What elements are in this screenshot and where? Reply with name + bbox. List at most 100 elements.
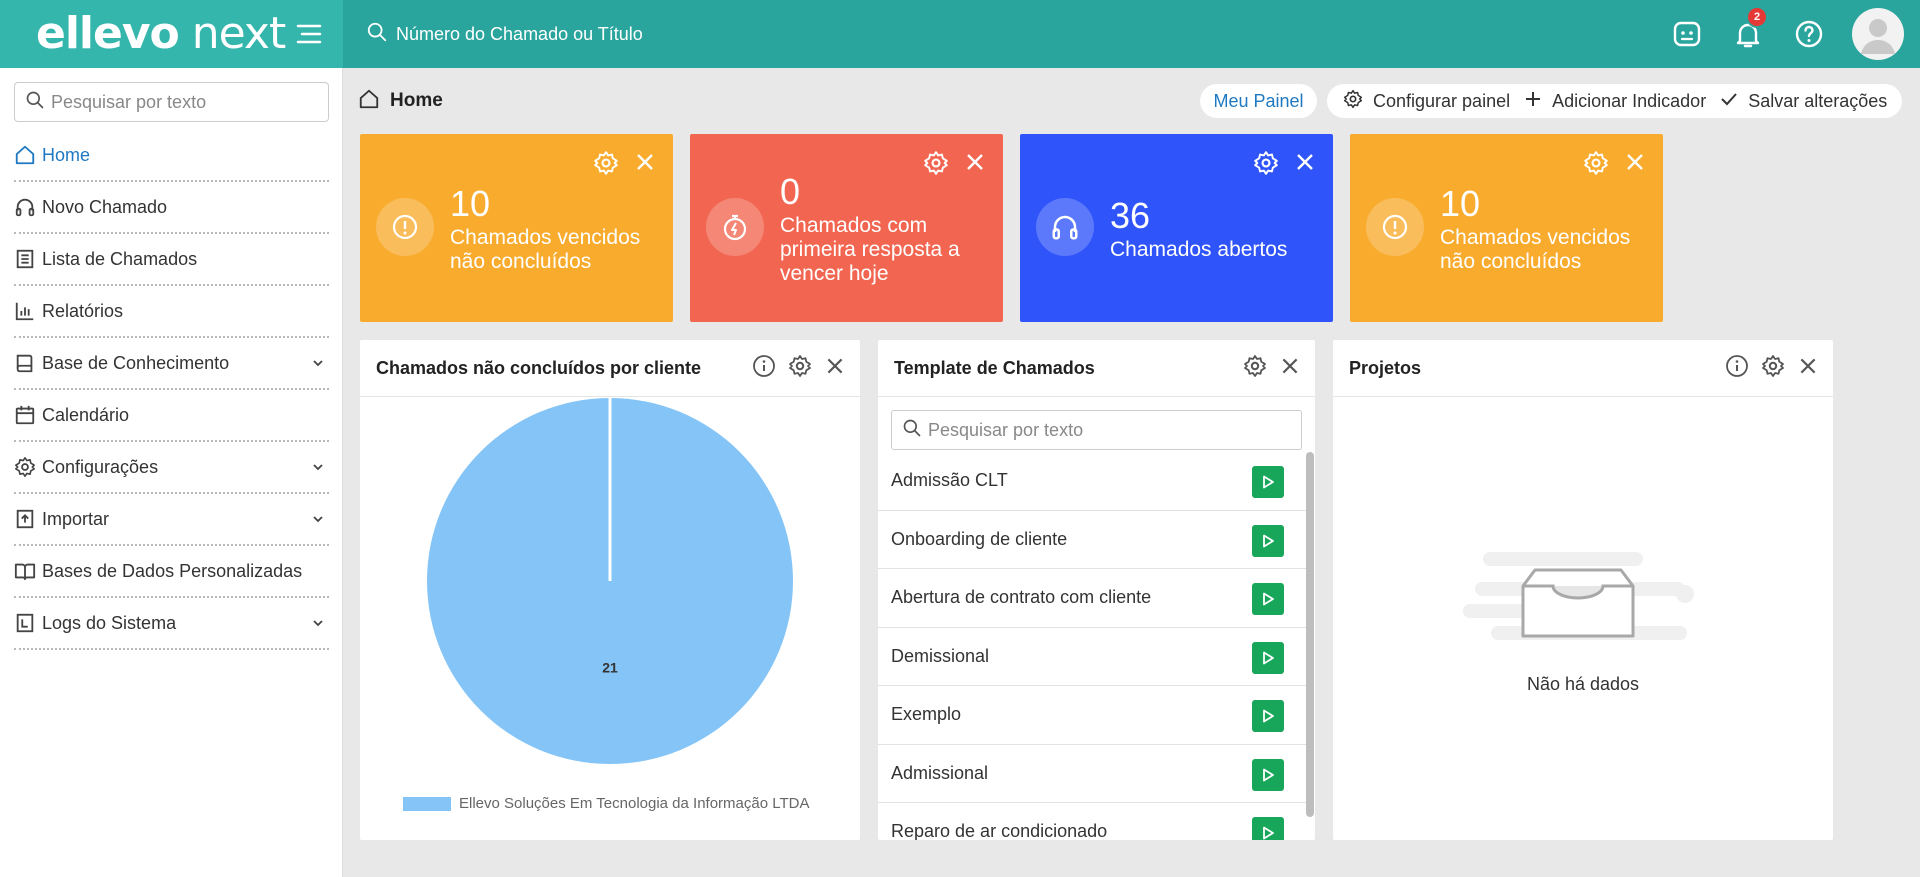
sidebar-item-bases-de-dados-personalizadas[interactable]: Bases de Dados Personalizadas xyxy=(14,546,329,598)
empty-state-label: Não há dados xyxy=(1526,674,1640,694)
widget-header: Projetos xyxy=(1333,340,1833,397)
panel-actions: Configurar painel Adicionar Indicador Sa… xyxy=(1327,84,1902,118)
template-scrollbar[interactable] xyxy=(1305,452,1315,840)
card-value: 10 xyxy=(1440,183,1481,224)
play-icon[interactable] xyxy=(1252,817,1284,840)
card-close-icon[interactable] xyxy=(635,152,655,177)
sidebar-item-home[interactable]: Home xyxy=(14,130,329,182)
template-name: Reparo de ar condicionado xyxy=(891,821,1108,840)
template-search-input[interactable]: Pesquisar por texto xyxy=(928,420,1083,441)
widget-tools xyxy=(740,354,846,378)
chat-bot-icon[interactable] xyxy=(1667,14,1707,54)
scrollbar-thumb[interactable] xyxy=(1306,452,1314,817)
report-chart-icon xyxy=(14,298,40,324)
pie-slice-value-label: 21 xyxy=(602,660,618,676)
indicator-card-first-response[interactable]: 0 Chamados com primeira resposta a vence… xyxy=(690,134,1003,322)
list-item[interactable]: Admissional xyxy=(878,745,1306,803)
alert-circle-icon xyxy=(376,198,434,256)
card-text: Chamados vencidos não concluídos xyxy=(450,226,641,273)
card-settings-gear-icon[interactable] xyxy=(1253,150,1279,181)
save-changes-button[interactable]: Salvar alterações xyxy=(1720,90,1887,113)
sidebar-item-base-de-conhecimento[interactable]: Base de Conhecimento xyxy=(14,338,329,390)
widget-projects: Projetos Não há dados xyxy=(1333,340,1833,840)
app-logo[interactable]: ellevo next xyxy=(36,6,286,62)
gear-icon xyxy=(14,454,40,480)
pie-chart: 21 xyxy=(427,398,793,764)
card-close-icon[interactable] xyxy=(1295,152,1315,177)
widget-title: Projetos xyxy=(1349,357,1422,378)
sidebar-item-lista-de-chamados[interactable]: Lista de Chamados xyxy=(14,234,329,286)
play-icon[interactable] xyxy=(1252,758,1284,791)
template-search[interactable]: Pesquisar por texto xyxy=(891,410,1302,450)
card-settings-gear-icon[interactable] xyxy=(593,150,619,181)
sidebar-item-label: Logs do Sistema xyxy=(42,612,177,633)
card-settings-gear-icon[interactable] xyxy=(923,150,949,181)
sidebar-item-label: Configurações xyxy=(42,456,159,477)
notification-badge: 2 xyxy=(1746,6,1768,28)
empty-inbox-icon xyxy=(1463,552,1694,640)
save-changes-label: Salvar alterações xyxy=(1748,90,1888,111)
template-name: Abertura de contrato com cliente xyxy=(891,587,1152,608)
notifications-bell-icon[interactable]: 2 xyxy=(1728,6,1768,54)
info-icon[interactable] xyxy=(752,354,776,378)
page-title: Home xyxy=(390,90,443,111)
widget-templates: Template de Chamados Pesquisar por texto… xyxy=(878,340,1315,840)
play-icon[interactable] xyxy=(1252,700,1284,732)
meu-painel-button[interactable]: Meu Painel xyxy=(1200,84,1317,118)
close-icon[interactable] xyxy=(824,355,846,377)
add-indicator-button[interactable]: Adicionar Indicador xyxy=(1524,90,1706,113)
help-icon[interactable] xyxy=(1789,14,1829,54)
sidebar-menu: Home Novo Chamado Lista de Chamados Rela… xyxy=(14,130,329,650)
sidebar-item-relatorios[interactable]: Relatórios xyxy=(14,286,329,338)
breadcrumb: Home xyxy=(358,86,443,116)
gear-icon[interactable] xyxy=(1761,354,1785,378)
card-close-icon[interactable] xyxy=(965,152,985,177)
log-file-icon xyxy=(14,610,40,636)
home-icon xyxy=(14,142,40,168)
card-value: 36 xyxy=(1110,195,1151,236)
card-value: 0 xyxy=(780,171,801,212)
play-icon[interactable] xyxy=(1252,524,1284,557)
list-item[interactable]: Abertura de contrato com cliente xyxy=(878,569,1306,628)
sidebar-item-label: Importar xyxy=(42,508,110,529)
sidebar-item-novo-chamado[interactable]: Novo Chamado xyxy=(14,182,329,234)
play-icon[interactable] xyxy=(1252,466,1284,498)
info-icon[interactable] xyxy=(1725,354,1749,378)
indicator-card-open[interactable]: 36 Chamados abertos xyxy=(1020,134,1333,322)
sidebar-item-calendario[interactable]: Calendário xyxy=(14,390,329,442)
close-icon[interactable] xyxy=(1279,355,1301,377)
close-icon[interactable] xyxy=(1797,355,1819,377)
sidebar-item-logs-do-sistema[interactable]: Logs do Sistema xyxy=(14,598,329,650)
sidebar-item-importar[interactable]: Importar xyxy=(14,494,329,546)
gear-icon[interactable] xyxy=(788,354,812,378)
indicator-card-overdue[interactable]: 10 Chamados vencidos não concluídos xyxy=(360,134,673,322)
stopwatch-icon xyxy=(706,198,764,256)
add-indicator-label: Adicionar Indicador xyxy=(1552,90,1707,111)
indicator-card-overdue-2[interactable]: 10 Chamados vencidos não concluídos xyxy=(1350,134,1663,322)
list-item[interactable]: Admissão CLT xyxy=(878,452,1306,511)
play-icon[interactable] xyxy=(1252,583,1284,615)
list-item[interactable]: Onboarding de cliente xyxy=(878,511,1306,569)
chevron-down-icon xyxy=(311,512,325,531)
template-name: Exemplo xyxy=(891,704,962,725)
card-close-icon[interactable] xyxy=(1625,152,1645,177)
list-item[interactable]: Reparo de ar condicionado xyxy=(878,803,1306,840)
list-item[interactable]: Exemplo xyxy=(878,686,1306,745)
template-list: Admissão CLT Onboarding de cliente Abert… xyxy=(878,452,1306,840)
sidebar-search[interactable]: Pesquisar por texto xyxy=(14,82,329,122)
ticket-search[interactable]: Número do Chamado ou Título xyxy=(366,18,966,50)
play-icon[interactable] xyxy=(1252,641,1284,674)
card-settings-gear-icon[interactable] xyxy=(1583,150,1609,181)
gear-icon[interactable] xyxy=(1243,354,1267,378)
list-item[interactable]: Demissional xyxy=(878,628,1306,686)
chevron-down-icon xyxy=(311,356,325,375)
ticket-search-input[interactable]: Número do Chamado ou Título xyxy=(396,24,643,45)
configure-panel-button[interactable]: Configurar painel xyxy=(1343,89,1510,114)
sidebar-search-input[interactable]: Pesquisar por texto xyxy=(51,92,206,113)
sidebar-item-configuracoes[interactable]: Configurações xyxy=(14,442,329,494)
user-avatar[interactable] xyxy=(1852,8,1904,60)
home-icon xyxy=(358,88,380,115)
menu-toggle-icon[interactable] xyxy=(292,18,324,50)
brand-area: ellevo next xyxy=(0,0,343,68)
book-icon xyxy=(14,350,40,376)
